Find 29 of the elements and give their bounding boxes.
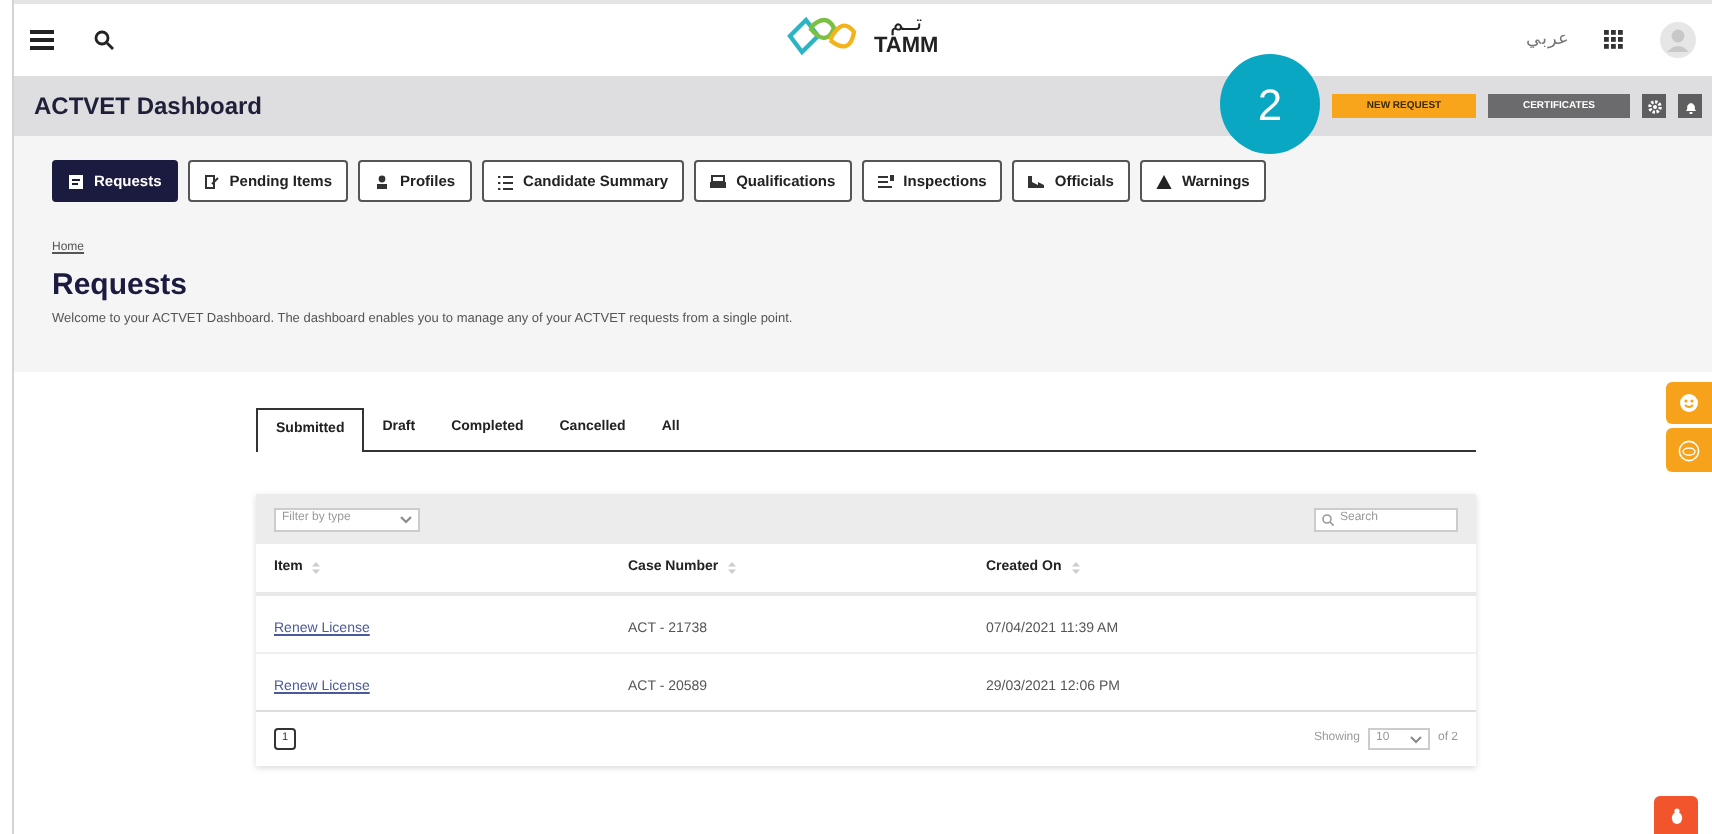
document-icon — [68, 173, 84, 189]
search-icon — [1322, 513, 1334, 525]
feedback-button[interactable] — [1666, 382, 1712, 424]
list-icon — [497, 173, 514, 189]
edit-icon — [203, 173, 220, 189]
chevron-icon — [400, 515, 412, 523]
settings-button[interactable] — [1642, 94, 1666, 118]
list-icon — [877, 173, 894, 189]
help-button[interactable] — [1666, 428, 1712, 472]
logo-arabic: تــم — [888, 14, 925, 36]
page-title: ACTVET Dashboard — [34, 90, 263, 124]
section-heading: Requests — [52, 270, 190, 300]
step-badge: 2 — [1220, 54, 1320, 154]
logo-text: TAMM — [874, 36, 939, 58]
logo-icon — [782, 12, 862, 60]
search-icon[interactable] — [94, 30, 114, 50]
smiley-icon — [1680, 394, 1698, 412]
apps-grid-icon[interactable] — [1604, 30, 1624, 50]
settings-icon — [1647, 99, 1661, 113]
warning-icon — [1155, 173, 1172, 189]
notifications-button[interactable] — [1678, 94, 1702, 118]
bug-icon — [1669, 807, 1683, 823]
menu-icon[interactable] — [30, 30, 54, 50]
printer-icon — [710, 173, 727, 189]
bell-icon — [1683, 99, 1697, 113]
language-link[interactable]: عربي — [1526, 26, 1568, 54]
chevron-icon — [1409, 735, 1422, 743]
bug-report-button[interactable] — [1654, 796, 1698, 834]
person-icon — [374, 173, 391, 189]
